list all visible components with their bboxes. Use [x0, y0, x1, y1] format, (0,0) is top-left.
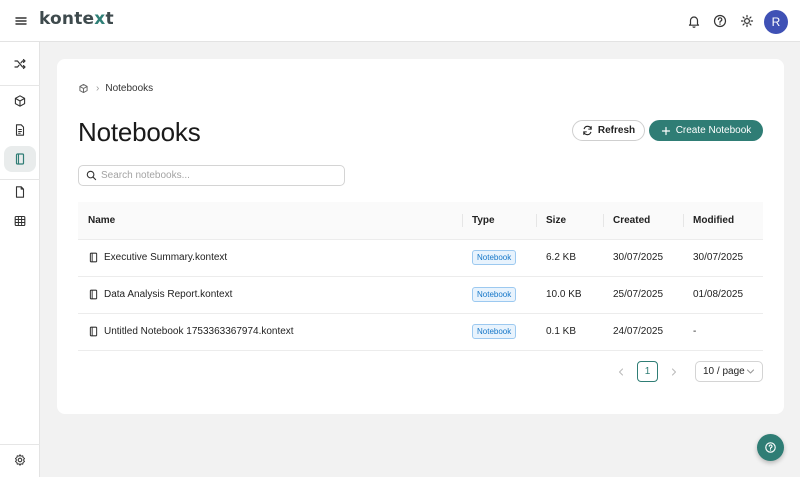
created-cell: 24/07/2025	[603, 313, 683, 351]
document-icon	[13, 123, 27, 137]
sidebar-divider	[0, 444, 40, 445]
sidebar-item-notebooks[interactable]	[4, 146, 36, 172]
breadcrumb-current: Notebooks	[105, 82, 154, 94]
search-box	[78, 165, 345, 186]
sidebar-item-files[interactable]	[4, 179, 36, 205]
type-tag: Notebook	[472, 287, 517, 302]
page-size-select[interactable]: 10 / page	[695, 361, 763, 382]
size-cell: 6.2 KB	[536, 239, 603, 277]
type-tag: Notebook	[472, 324, 517, 339]
created-cell: 25/07/2025	[603, 276, 683, 314]
sidebar-item-tables[interactable]	[4, 208, 36, 234]
sidebar-item-models[interactable]	[4, 88, 36, 114]
file-icon	[13, 185, 27, 199]
sun-icon[interactable]	[739, 13, 755, 29]
create-notebook-label: Create Notebook	[675, 125, 752, 136]
modified-cell: -	[683, 313, 763, 351]
notebook-icon	[13, 152, 27, 166]
breadcrumb: › Notebooks	[78, 81, 153, 95]
modified-cell: 30/07/2025	[683, 239, 763, 277]
chevron-right-icon	[670, 367, 678, 376]
notebooks-table: Name Type Size Created Modified Executiv…	[78, 202, 763, 351]
search-icon	[86, 170, 97, 181]
user-avatar[interactable]: R	[764, 10, 788, 34]
table-row[interactable]: Data Analysis Report.kontext Notebook 10…	[78, 276, 763, 314]
page-size-value: 10 / page	[703, 366, 745, 377]
app-logo[interactable]: kontext	[39, 9, 114, 29]
cube-icon[interactable]	[78, 83, 89, 94]
help-fab-button[interactable]	[757, 434, 784, 461]
help-circle-icon[interactable]	[712, 13, 728, 29]
prev-page-button[interactable]	[610, 361, 631, 382]
page-title: Notebooks	[78, 117, 201, 147]
column-header-name[interactable]: Name	[78, 202, 462, 240]
chevron-down-icon	[746, 367, 755, 376]
notebook-name-link[interactable]: Untitled Notebook 1753363367974.kontext	[104, 326, 294, 337]
page-number-button[interactable]: 1	[637, 361, 658, 382]
notebook-icon	[88, 326, 104, 337]
sidebar-item-settings[interactable]	[4, 447, 36, 473]
sidebar	[0, 42, 40, 477]
menu-icon[interactable]	[13, 14, 29, 28]
size-cell: 10.0 KB	[536, 276, 603, 314]
sidebar-divider	[0, 85, 40, 86]
bell-icon[interactable]	[686, 13, 702, 29]
sidebar-item-shuffle[interactable]	[4, 51, 36, 77]
table-row[interactable]: Executive Summary.kontext Notebook 6.2 K…	[78, 239, 763, 277]
notebook-name-link[interactable]: Executive Summary.kontext	[104, 252, 227, 263]
search-input[interactable]	[101, 170, 331, 181]
next-page-button[interactable]	[663, 361, 684, 382]
notebook-icon	[88, 252, 104, 263]
refresh-label: Refresh	[597, 125, 636, 136]
top-bar: kontext R	[0, 0, 800, 42]
notebooks-card: › Notebooks Notebooks Refresh Create Not…	[57, 59, 784, 414]
refresh-icon	[582, 125, 598, 136]
shuffle-icon	[13, 57, 27, 71]
type-tag: Notebook	[472, 250, 517, 265]
notebook-icon	[88, 289, 104, 300]
table-row[interactable]: Untitled Notebook 1753363367974.kontext …	[78, 313, 763, 351]
size-cell: 0.1 KB	[536, 313, 603, 351]
refresh-button[interactable]: Refresh	[572, 120, 645, 141]
settings-icon	[13, 453, 27, 467]
create-notebook-button[interactable]: Create Notebook	[649, 120, 763, 141]
column-header-type[interactable]: Type	[462, 202, 536, 240]
column-header-size[interactable]: Size	[536, 202, 603, 240]
column-header-created[interactable]: Created	[603, 202, 683, 240]
help-circle-icon	[764, 441, 777, 454]
modified-cell: 01/08/2025	[683, 276, 763, 314]
breadcrumb-separator: ›	[96, 82, 100, 94]
table-icon	[13, 214, 27, 228]
chevron-left-icon	[617, 367, 625, 376]
plus-icon	[661, 126, 676, 136]
column-header-modified[interactable]: Modified	[683, 202, 763, 240]
created-cell: 30/07/2025	[603, 239, 683, 277]
sidebar-item-documents[interactable]	[4, 117, 36, 143]
cube-icon	[13, 94, 27, 108]
notebook-name-link[interactable]: Data Analysis Report.kontext	[104, 289, 232, 300]
